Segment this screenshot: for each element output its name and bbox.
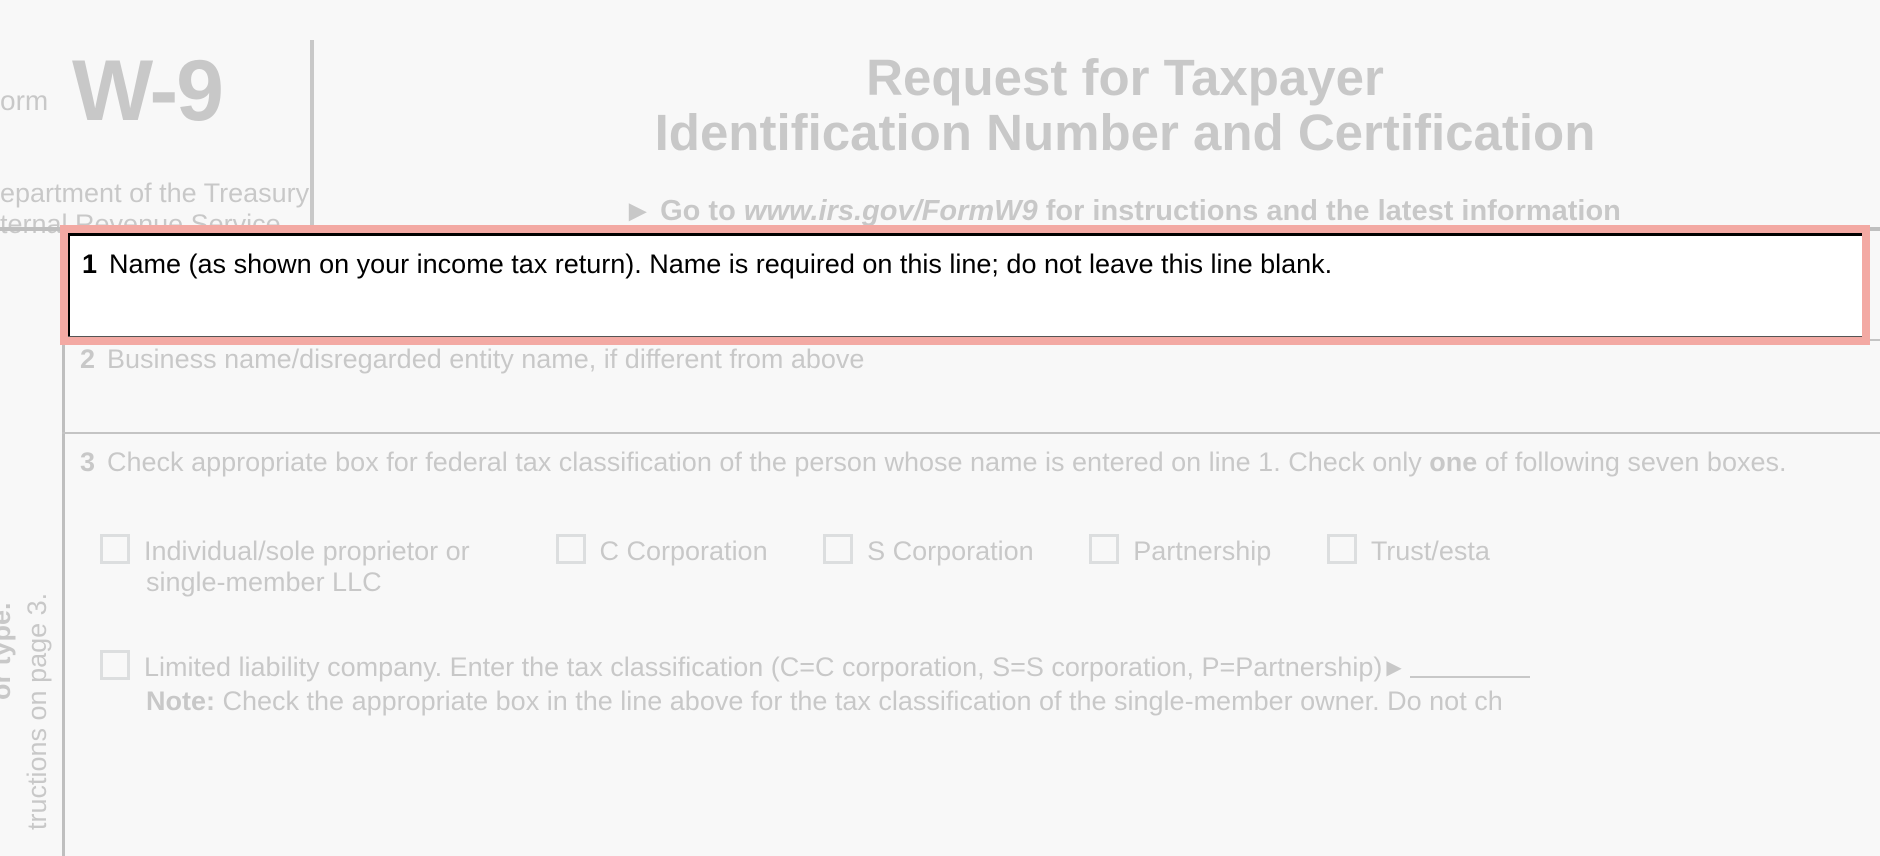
goto-suffix: for instructions and the latest informat… [1038, 195, 1621, 227]
sidebar-text-instructions: tructions on page 3. [22, 593, 53, 830]
llc-block: Limited liability company. Enter the tax… [100, 650, 1880, 719]
title-line2: Identification Number and Certification [655, 104, 1596, 161]
rule-under-line1 [62, 339, 1880, 341]
form-title: Request for Taxpayer Identification Numb… [370, 50, 1880, 160]
checkbox-box-icon [556, 534, 586, 564]
checkbox-partnership-label: Partnership [1133, 536, 1271, 566]
checkbox-individual-label-b: single-member LLC [146, 567, 500, 598]
line3-row: 3 Check appropriate box for federal tax c… [80, 446, 1870, 480]
checkbox-trust-label: Trust/esta [1371, 536, 1490, 566]
checkbox-s-corp-label: S Corporation [867, 536, 1034, 566]
checkbox-partnership[interactable]: Partnership [1089, 534, 1271, 567]
rule-under-line2 [62, 432, 1880, 434]
checkbox-individual[interactable]: Individual/sole proprietor or single-mem… [100, 534, 500, 598]
checkbox-trust[interactable]: Trust/esta [1327, 534, 1490, 567]
llc-line-a: Limited liability company. Enter the tax… [144, 652, 1382, 682]
checkbox-box-icon [1327, 534, 1357, 564]
line1-number: 1 [80, 248, 95, 278]
header-divider [310, 40, 314, 225]
header-left: orm W-9 epartment of the Treasury ternal… [0, 0, 310, 225]
line2-text: Business name/disregarded entity name, i… [107, 344, 864, 374]
checkbox-box-icon [1089, 534, 1119, 564]
line3-one: one [1429, 447, 1477, 477]
checkbox-s-corp[interactable]: S Corporation [823, 534, 1034, 567]
w9-form-base: orm W-9 epartment of the Treasury ternal… [0, 0, 1880, 856]
checkbox-individual-label-a: Individual/sole proprietor or [144, 536, 470, 566]
note-label: Note: [146, 686, 215, 716]
checkbox-c-corp-label: C Corporation [600, 536, 768, 566]
llc-blank-line[interactable] [1410, 676, 1530, 678]
sidebar-text-type: or type. [0, 602, 17, 700]
line3-text-b: of following seven boxes. [1477, 447, 1786, 477]
dept-line2: ternal Revenue Service [0, 209, 281, 239]
line2-number: 2 [80, 344, 95, 374]
form-word: orm [0, 85, 48, 117]
w9-form-viewport: orm W-9 epartment of the Treasury ternal… [0, 0, 1880, 856]
triangle-right-icon: ▶ [629, 198, 646, 224]
line1-text: Name (as shown on your income tax return… [107, 248, 1330, 278]
line1-row: 1 Name (as shown on your income tax retur… [80, 248, 1860, 279]
checkbox-box-icon [100, 534, 130, 564]
title-line1: Request for Taxpayer [866, 49, 1384, 106]
note-text: Check the appropriate box in the line ab… [215, 686, 1503, 716]
line3-text-a: Check appropriate box for federal tax cl… [107, 447, 1429, 477]
classification-checkboxes: Individual/sole proprietor or single-mem… [100, 534, 1880, 598]
line2-row: 2 Business name/disregarded entity name, … [80, 344, 1860, 375]
goto-prefix: Go to [660, 195, 744, 227]
body-left-rule [62, 227, 65, 856]
checkbox-box-icon [823, 534, 853, 564]
checkbox-box-icon[interactable] [100, 650, 130, 680]
triangle-right-icon: ▶ [1386, 656, 1401, 681]
dept-line1: epartment of the Treasury [0, 178, 309, 208]
line3-number: 3 [80, 447, 95, 477]
checkbox-c-corp[interactable]: C Corporation [556, 534, 768, 567]
goto-url: www.irs.gov/FormW9 [744, 195, 1038, 227]
goto-line: ▶ Go to www.irs.gov/FormW9 for instructi… [370, 195, 1880, 228]
header-bottom-rule [0, 227, 1880, 231]
form-id: W-9 [72, 42, 222, 141]
